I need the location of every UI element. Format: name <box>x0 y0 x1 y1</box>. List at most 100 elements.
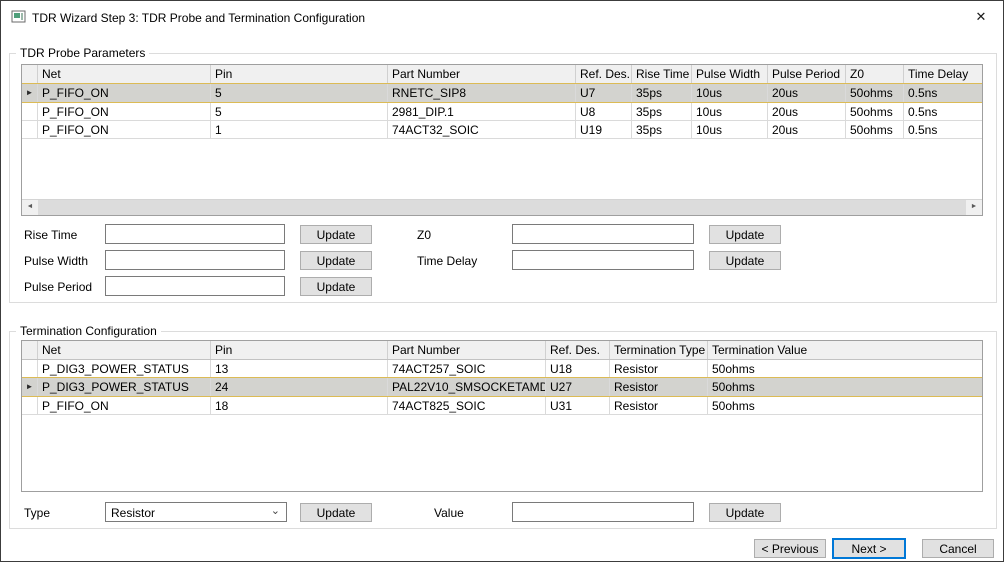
row-selector-cell[interactable]: ► <box>22 84 38 102</box>
pulse-period-update-button[interactable]: Update <box>300 277 372 296</box>
column-header-z0[interactable]: Z0 <box>846 65 904 83</box>
row-selector-cell[interactable]: ► <box>22 378 38 396</box>
table-cell: 50ohms <box>708 397 982 414</box>
column-header-pin[interactable]: Pin <box>211 65 388 83</box>
table-row[interactable]: P_FIFO_ON 1 74ACT32_SOIC U19 35ps 10us 2… <box>22 121 982 139</box>
table-cell: 74ACT32_SOIC <box>388 121 576 138</box>
column-header-ref-des[interactable]: Ref. Des. <box>576 65 632 83</box>
table-cell: 50ohms <box>846 121 904 138</box>
table-cell: P_DIG3_POWER_STATUS <box>38 360 211 377</box>
column-header-net[interactable]: Net <box>38 65 211 83</box>
type-update-button[interactable]: Update <box>300 503 372 522</box>
table-cell: U19 <box>576 121 632 138</box>
row-selector-cell[interactable] <box>22 103 38 120</box>
table-cell: P_FIFO_ON <box>38 121 211 138</box>
next-button[interactable]: Next > <box>832 538 906 559</box>
value-input[interactable] <box>512 502 694 522</box>
termination-table: Net Pin Part Number Ref. Des. Terminatio… <box>21 340 983 492</box>
table-cell: 20us <box>768 103 846 120</box>
dialog-window: TDR Wizard Step 3: TDR Probe and Termina… <box>0 0 1004 562</box>
table-cell: U8 <box>576 103 632 120</box>
row-selector-header <box>22 341 38 359</box>
table-cell: 74ACT257_SOIC <box>388 360 546 377</box>
z0-label: Z0 <box>417 228 431 242</box>
table-cell: 50ohms <box>846 103 904 120</box>
probe-group-title: TDR Probe Parameters <box>16 46 149 60</box>
close-icon[interactable]: ✕ <box>972 8 990 26</box>
table-cell: 50ohms <box>708 360 982 377</box>
row-selector-arrow-icon: ► <box>26 88 34 97</box>
table-cell: RNETC_SIP8 <box>388 84 576 102</box>
column-header-time-delay[interactable]: Time Delay <box>904 65 982 83</box>
row-selector-cell[interactable] <box>22 121 38 138</box>
table-cell: U7 <box>576 84 632 102</box>
table-cell: 50ohms <box>846 84 904 102</box>
scrollbar-thumb[interactable] <box>38 200 966 215</box>
row-selector-header <box>22 65 38 83</box>
table-row[interactable]: ► P_FIFO_ON 5 RNETC_SIP8 U7 35ps 10us 20… <box>22 83 982 103</box>
termination-configuration-group: Termination Configuration Net Pin Part N… <box>9 331 997 529</box>
table-cell: U18 <box>546 360 610 377</box>
value-update-button[interactable]: Update <box>709 503 781 522</box>
value-label: Value <box>434 506 464 520</box>
termination-group-title: Termination Configuration <box>16 324 161 338</box>
previous-button[interactable]: < Previous <box>754 539 826 558</box>
pulse-width-update-button[interactable]: Update <box>300 251 372 270</box>
column-header-pin[interactable]: Pin <box>211 341 388 359</box>
column-header-rise-time[interactable]: Rise Time <box>632 65 692 83</box>
scroll-right-icon[interactable]: ► <box>966 200 982 214</box>
time-delay-input[interactable] <box>512 250 694 270</box>
time-delay-label: Time Delay <box>417 254 477 268</box>
z0-update-button[interactable]: Update <box>709 225 781 244</box>
column-header-pulse-period[interactable]: Pulse Period <box>768 65 846 83</box>
column-header-part-number[interactable]: Part Number <box>388 65 576 83</box>
table-cell: Resistor <box>610 360 708 377</box>
table-cell: 50ohms <box>708 378 982 396</box>
column-header-termination-type[interactable]: Termination Type <box>610 341 708 359</box>
type-label: Type <box>24 506 50 520</box>
column-header-net[interactable]: Net <box>38 341 211 359</box>
table-row[interactable]: ► P_DIG3_POWER_STATUS 24 PAL22V10_SMSOCK… <box>22 377 982 397</box>
table-cell: 35ps <box>632 103 692 120</box>
column-header-ref-des[interactable]: Ref. Des. <box>546 341 610 359</box>
pulse-width-label: Pulse Width <box>24 254 88 268</box>
rise-time-input[interactable] <box>105 224 285 244</box>
table-cell: U31 <box>546 397 610 414</box>
chevron-down-icon: ⌄ <box>271 504 280 517</box>
time-delay-update-button[interactable]: Update <box>709 251 781 270</box>
table-cell: 0.5ns <box>904 121 982 138</box>
table-cell: 35ps <box>632 121 692 138</box>
table-row[interactable]: P_DIG3_POWER_STATUS 13 74ACT257_SOIC U18… <box>22 360 982 378</box>
table-cell: 24 <box>211 378 388 396</box>
scroll-left-icon[interactable]: ◄ <box>22 200 38 214</box>
table-cell: 10us <box>692 84 768 102</box>
column-header-pulse-width[interactable]: Pulse Width <box>692 65 768 83</box>
rise-time-update-button[interactable]: Update <box>300 225 372 244</box>
probe-table-header-row: Net Pin Part Number Ref. Des. Rise Time … <box>22 65 982 84</box>
row-selector-arrow-icon: ► <box>26 382 34 391</box>
column-header-part-number[interactable]: Part Number <box>388 341 546 359</box>
probe-parameters-group: TDR Probe Parameters Net Pin Part Number… <box>9 53 997 303</box>
table-row[interactable]: P_FIFO_ON 18 74ACT825_SOIC U31 Resistor … <box>22 397 982 415</box>
table-cell: P_FIFO_ON <box>38 103 211 120</box>
z0-input[interactable] <box>512 224 694 244</box>
table-cell: 18 <box>211 397 388 414</box>
table-row[interactable]: P_FIFO_ON 5 2981_DIP.1 U8 35ps 10us 20us… <box>22 103 982 121</box>
column-header-termination-value[interactable]: Termination Value <box>708 341 982 359</box>
table-cell: P_FIFO_ON <box>38 397 211 414</box>
pulse-period-input[interactable] <box>105 276 285 296</box>
row-selector-cell[interactable] <box>22 397 38 414</box>
table-cell: 10us <box>692 121 768 138</box>
table-cell: 2981_DIP.1 <box>388 103 576 120</box>
horizontal-scrollbar[interactable]: ◄ ► <box>22 199 982 215</box>
table-cell: U27 <box>546 378 610 396</box>
table-cell: 20us <box>768 121 846 138</box>
pulse-width-input[interactable] <box>105 250 285 270</box>
table-cell: 5 <box>211 84 388 102</box>
row-selector-cell[interactable] <box>22 360 38 377</box>
table-cell: 10us <box>692 103 768 120</box>
table-cell: 13 <box>211 360 388 377</box>
app-icon <box>11 10 27 24</box>
type-select[interactable]: Resistor ⌄ <box>105 502 287 522</box>
cancel-button[interactable]: Cancel <box>922 539 994 558</box>
